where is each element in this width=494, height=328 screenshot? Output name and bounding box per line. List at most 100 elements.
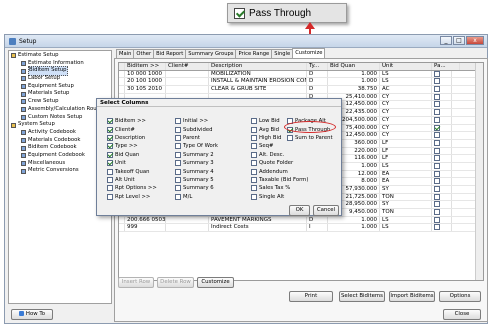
- table-row[interactable]: 20 100 1000 INSTALL & MAINTAIN EROSION CO…: [119, 78, 483, 87]
- pass-through-checkbox[interactable]: [434, 78, 440, 85]
- column-option[interactable]: Type Of Work: [175, 142, 245, 150]
- tab-summary-groups[interactable]: Summary Groups: [185, 49, 237, 58]
- column-checkbox[interactable]: [251, 160, 257, 167]
- table-row[interactable]: 999 Indirect Costs I 1.000 LS: [119, 224, 483, 233]
- column-checkbox[interactable]: [175, 168, 181, 175]
- pass-through-checkbox[interactable]: [434, 101, 440, 108]
- column-checkbox[interactable]: [251, 168, 257, 175]
- column-header[interactable]: Description: [209, 63, 307, 70]
- column-option[interactable]: Bid Quan: [107, 151, 167, 159]
- column-option[interactable]: Parent: [175, 134, 245, 142]
- column-checkbox[interactable]: [251, 176, 257, 183]
- tab-other[interactable]: Other: [133, 49, 155, 58]
- column-header[interactable]: Client#: [166, 63, 209, 70]
- column-checkbox[interactable]: [107, 193, 113, 200]
- column-option[interactable]: Seq#: [251, 142, 311, 150]
- column-option[interactable]: Type >>: [107, 142, 167, 150]
- pass-through-checkbox[interactable]: [434, 86, 440, 93]
- pass-through-checkbox[interactable]: [434, 216, 440, 223]
- column-checkbox[interactable]: [175, 143, 181, 150]
- column-option[interactable]: Biditem >>: [107, 117, 167, 125]
- cancel-button[interactable]: Cancel: [313, 205, 339, 216]
- column-option[interactable]: Client#: [107, 125, 167, 133]
- column-option[interactable]: Summary 3: [175, 159, 245, 167]
- pass-through-checkbox[interactable]: [434, 109, 440, 116]
- column-checkbox[interactable]: [107, 185, 113, 192]
- tree-item[interactable]: Equipment Setup: [9, 83, 111, 91]
- column-checkbox[interactable]: [251, 185, 257, 192]
- column-option[interactable]: Unit: [107, 159, 167, 167]
- column-option[interactable]: Sales Tax %: [251, 184, 311, 192]
- column-checkbox[interactable]: [251, 118, 257, 125]
- column-checkbox[interactable]: [107, 134, 113, 141]
- tab-price-range[interactable]: Price Range: [235, 49, 273, 58]
- import-biditems-button[interactable]: Import Biditems: [389, 291, 435, 302]
- column-header[interactable]: Unit: [380, 63, 432, 70]
- column-option[interactable]: Taxable (Bid Form): [251, 176, 311, 184]
- close-button[interactable]: Close: [443, 309, 481, 320]
- column-option[interactable]: Rpt Level >>: [107, 193, 167, 201]
- column-option[interactable]: Alt. Desc.: [251, 151, 311, 159]
- column-checkbox[interactable]: [175, 118, 181, 125]
- tab-customize[interactable]: Customize: [292, 48, 326, 58]
- pass-through-checkbox[interactable]: [434, 93, 440, 100]
- pass-through-checkbox[interactable]: [434, 201, 440, 208]
- pass-through-checkbox[interactable]: [434, 224, 440, 231]
- column-option[interactable]: Addendum: [251, 167, 311, 175]
- column-checkbox[interactable]: [287, 134, 293, 141]
- column-option[interactable]: Summary 6: [175, 184, 245, 192]
- pass-through-checkbox[interactable]: [434, 170, 440, 177]
- column-option[interactable]: Quote Folder: [251, 159, 311, 167]
- column-checkbox[interactable]: [251, 134, 257, 141]
- options-button[interactable]: Options: [439, 291, 481, 302]
- column-option[interactable]: Sum to Parent: [287, 134, 341, 142]
- tab-main[interactable]: Main: [116, 49, 135, 58]
- column-checkbox[interactable]: [251, 126, 257, 133]
- delete-row-button[interactable]: Delete Row: [157, 277, 194, 288]
- column-checkbox[interactable]: [251, 143, 257, 150]
- column-option[interactable]: Alt Unit: [107, 176, 167, 184]
- column-checkbox[interactable]: [107, 168, 113, 175]
- tab-bid-report[interactable]: Bid Report: [153, 49, 187, 58]
- column-checkbox[interactable]: [251, 193, 257, 200]
- column-checkbox[interactable]: [175, 126, 181, 133]
- column-option[interactable]: M/L: [175, 193, 245, 201]
- column-checkbox[interactable]: [175, 134, 181, 141]
- column-option[interactable]: Takeoff Quan: [107, 167, 167, 175]
- column-checkbox[interactable]: [107, 176, 113, 183]
- pass-through-checkbox[interactable]: [434, 186, 440, 192]
- column-option[interactable]: Summary 2: [175, 151, 245, 159]
- tree-item[interactable]: Estimate Setup: [9, 52, 111, 60]
- column-checkbox[interactable]: [107, 143, 113, 150]
- column-option[interactable]: Summary 4: [175, 167, 245, 175]
- column-option[interactable]: Rpt Options >>: [107, 184, 167, 192]
- column-checkbox[interactable]: [107, 118, 113, 125]
- column-option[interactable]: Initial >>: [175, 117, 245, 125]
- pass-through-checkbox[interactable]: [434, 132, 440, 139]
- column-option[interactable]: Subdivided: [175, 125, 245, 133]
- pass-through-checkbox[interactable]: [434, 124, 440, 131]
- pass-through-checkbox[interactable]: [434, 209, 440, 216]
- pass-through-checkbox[interactable]: [434, 162, 440, 169]
- pass-through-checkbox[interactable]: [434, 70, 440, 77]
- table-row[interactable]: 200.666 0503 PAVEMENT MARKINGS D 1.000 LS: [119, 216, 483, 225]
- maximize-button[interactable]: □: [453, 36, 465, 45]
- print-button[interactable]: Print: [289, 291, 333, 302]
- tab-single[interactable]: Single: [271, 49, 294, 58]
- pass-through-checkbox[interactable]: [434, 178, 440, 185]
- pass-through-checkbox[interactable]: [434, 116, 440, 123]
- column-checkbox[interactable]: [175, 151, 181, 158]
- column-checkbox[interactable]: [175, 185, 181, 192]
- column-option[interactable]: Summary 5: [175, 176, 245, 184]
- pass-through-checkbox[interactable]: [434, 139, 440, 146]
- column-checkbox[interactable]: [175, 193, 181, 200]
- column-header[interactable]: Biditem >>: [125, 63, 166, 70]
- pass-through-checkbox[interactable]: [434, 155, 440, 162]
- select-biditems-button[interactable]: Select Biditems: [339, 291, 385, 302]
- column-checkbox[interactable]: [107, 151, 113, 158]
- column-checkbox[interactable]: [107, 126, 113, 133]
- tree-item[interactable]: Bidltem Setup: [9, 66, 111, 77]
- column-option[interactable]: Single Alt: [251, 193, 311, 201]
- column-checkbox[interactable]: [107, 160, 113, 167]
- column-option[interactable]: Description: [107, 134, 167, 142]
